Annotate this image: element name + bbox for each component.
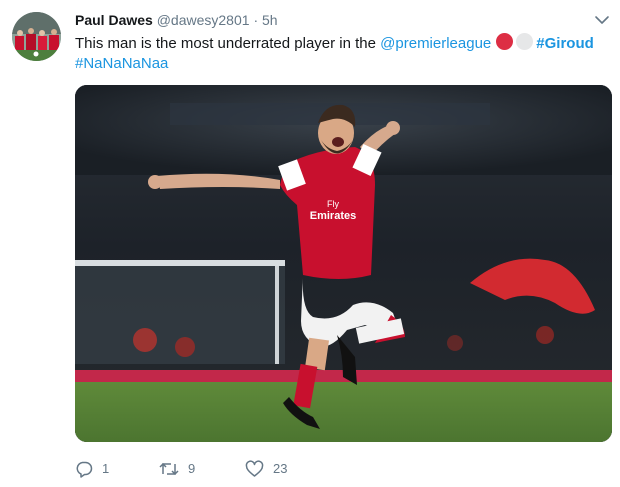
- like-count: 23: [273, 461, 288, 476]
- football-celebration-photo: Fly Emirates: [75, 85, 612, 442]
- retweet-count: 9: [188, 461, 196, 476]
- tweet-header: Paul Dawes @dawesy2801 · 5h: [75, 11, 278, 29]
- retweet-button[interactable]: 9: [159, 458, 195, 480]
- avatar[interactable]: [12, 12, 61, 61]
- chevron-down-icon[interactable]: [594, 13, 610, 27]
- separator-dot: ·: [253, 12, 259, 28]
- mention-link[interactable]: @premierleague: [380, 35, 491, 52]
- author-name[interactable]: Paul Dawes: [75, 12, 153, 28]
- avatar-image: [12, 12, 61, 61]
- reply-count: 1: [102, 461, 110, 476]
- like-icon: [245, 460, 264, 477]
- hashtag-link[interactable]: #NaNaNaNaa: [75, 55, 168, 72]
- tweet-photo[interactable]: Fly Emirates: [75, 85, 612, 442]
- reply-icon: [76, 461, 93, 478]
- white-circle-emoji: [516, 33, 534, 50]
- reply-button[interactable]: 1: [75, 458, 109, 480]
- sponsor-line1: Fly: [327, 199, 339, 209]
- tweet-timestamp[interactable]: 5h: [262, 12, 278, 28]
- tweet-card: Paul Dawes @dawesy2801 · 5h This man is …: [0, 0, 620, 487]
- tweet-text-body: This man is the most underrated player i…: [75, 35, 381, 52]
- like-button[interactable]: 23: [245, 458, 287, 480]
- author-handle[interactable]: @dawesy2801: [157, 12, 250, 28]
- tweet-text: This man is the most underrated player i…: [75, 33, 605, 74]
- red-circle-emoji: [496, 33, 514, 50]
- hashtag-link[interactable]: #Giroud: [536, 35, 594, 52]
- retweet-icon: [159, 462, 179, 476]
- sponsor-line2: Emirates: [310, 210, 356, 222]
